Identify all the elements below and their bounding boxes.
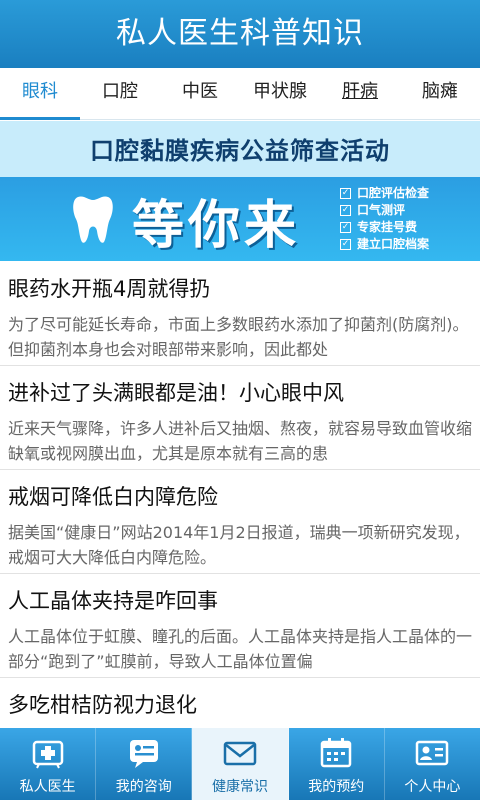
nav-label: 健康常识 — [212, 779, 268, 795]
article-title: 戒烟可降低白内障危险 — [8, 485, 218, 509]
article-summary: 人工晶体位于虹膜、瞳孔的后面。人工晶体夹持是指人工晶体的一部分“跑到了”虹膜前，… — [8, 627, 472, 671]
category-tabs: 眼科 口腔 中医 甲状腺 肝病 脑瘫 — [0, 68, 480, 120]
tab-thyroid[interactable]: 甲状腺 — [240, 68, 320, 119]
nav-profile[interactable]: 个人中心 — [385, 728, 480, 800]
nav-label: 私人医生 — [19, 779, 76, 795]
tooth-icon — [73, 196, 113, 243]
tab-tcm[interactable]: 中医 — [160, 68, 240, 119]
tab-label: 肝病 — [342, 81, 378, 102]
nav-private-doctor[interactable]: 私人医生 — [0, 728, 97, 800]
tab-label: 脑瘫 — [422, 81, 458, 102]
tab-liver[interactable]: 肝病 — [320, 68, 400, 119]
calendar-icon — [320, 738, 352, 768]
banner-checklist: ✓ 口腔评估检查 ✓ 口气测评 ✓ 专家挂号费 ✓ 建立口腔档案 — [340, 185, 429, 253]
checkbox-icon: ✓ — [340, 239, 351, 250]
article-item[interactable]: 戒烟可降低白内障危险 据美国“健康日”网站2014年1月2日报道，瑞典一项新研究… — [0, 470, 480, 574]
article-summary: 据美国“健康日”网站2014年1月2日报道，瑞典一项新研究发现，戒烟可大大降低白… — [8, 523, 470, 567]
checkbox-icon: ✓ — [340, 222, 351, 233]
tab-oral[interactable]: 口腔 — [80, 68, 160, 119]
mail-icon — [223, 741, 257, 766]
article-summary: 近来天气骤降，许多人进补后又抽烟、熬夜，就容易导致血管收缩缺氧或视网膜出血，尤其… — [8, 419, 472, 463]
nav-label: 个人中心 — [404, 779, 461, 795]
promo-banner[interactable]: 口腔黏膜疾病公益筛查活动 等你来 ✓ 口腔评估检查 ✓ 口气测评 ✓ 专家挂号费 ✓ 建… — [0, 121, 480, 261]
checkbox-icon: ✓ — [340, 188, 351, 199]
checklist-label: 专家挂号费 — [357, 220, 418, 234]
nav-label: 我的预约 — [308, 779, 365, 795]
medical-kit-icon — [32, 740, 63, 769]
tab-label: 中医 — [182, 81, 218, 102]
tab-label: 眼科 — [22, 81, 58, 102]
article-summary: 为了尽可能延长寿命，市面上多数眼药水添加了抑菌剂(防腐剂)。但抑菌剂本身也会对眼… — [8, 315, 469, 359]
checklist-item: ✓ 口气测评 — [340, 202, 429, 219]
nav-my-consult[interactable]: 我的咨询 — [96, 728, 193, 800]
article-list: 眼药水开瓶4周就得扔 为了尽可能延长寿命，市面上多数眼药水添加了抑菌剂(防腐剂)… — [0, 262, 480, 782]
article-item[interactable]: 人工晶体夹持是咋回事 人工晶体位于虹膜、瞳孔的后面。人工晶体夹持是指人工晶体的一… — [0, 574, 480, 678]
article-title: 多吃柑桔防视力退化 — [8, 693, 197, 717]
tab-ophthalmology[interactable]: 眼科 — [0, 68, 80, 120]
checkbox-icon: ✓ — [340, 205, 351, 216]
article-item[interactable]: 眼药水开瓶4周就得扔 为了尽可能延长寿命，市面上多数眼药水添加了抑菌剂(防腐剂)… — [0, 262, 480, 366]
checklist-item: ✓ 专家挂号费 — [340, 219, 429, 236]
checklist-item: ✓ 口腔评估检查 — [340, 185, 429, 202]
consult-chat-icon — [129, 740, 158, 768]
nav-health-knowledge[interactable]: 健康常识 — [192, 728, 289, 800]
tab-label: 甲状腺 — [253, 81, 307, 102]
checklist-item: ✓ 建立口腔档案 — [340, 236, 429, 253]
banner-headline: 等你来 — [132, 196, 301, 256]
bottom-navigation: 私人医生 我的咨询 健康常识 我的预约 个人中心 — [0, 728, 480, 800]
article-title: 人工晶体夹持是咋回事 — [8, 589, 218, 613]
article-title: 眼药水开瓶4周就得扔 — [8, 277, 211, 301]
checklist-label: 口腔评估检查 — [357, 186, 430, 200]
nav-label: 我的咨询 — [115, 779, 172, 795]
app-title: 私人医生科普知识 — [0, 0, 480, 68]
nav-my-appointments[interactable]: 我的预约 — [289, 728, 385, 800]
checklist-label: 建立口腔档案 — [357, 237, 430, 251]
tab-label: 口腔 — [102, 81, 138, 102]
id-card-icon — [416, 740, 449, 766]
article-title: 进补过了头满眼都是油！小心眼中风 — [8, 381, 344, 405]
banner-title: 口腔黏膜疾病公益筛查活动 — [90, 137, 390, 165]
checklist-label: 口气测评 — [357, 203, 406, 217]
article-item[interactable]: 进补过了头满眼都是油！小心眼中风 近来天气骤降，许多人进补后又抽烟、熬夜，就容易… — [0, 366, 480, 470]
tab-cerebral-palsy[interactable]: 脑瘫 — [400, 68, 480, 119]
